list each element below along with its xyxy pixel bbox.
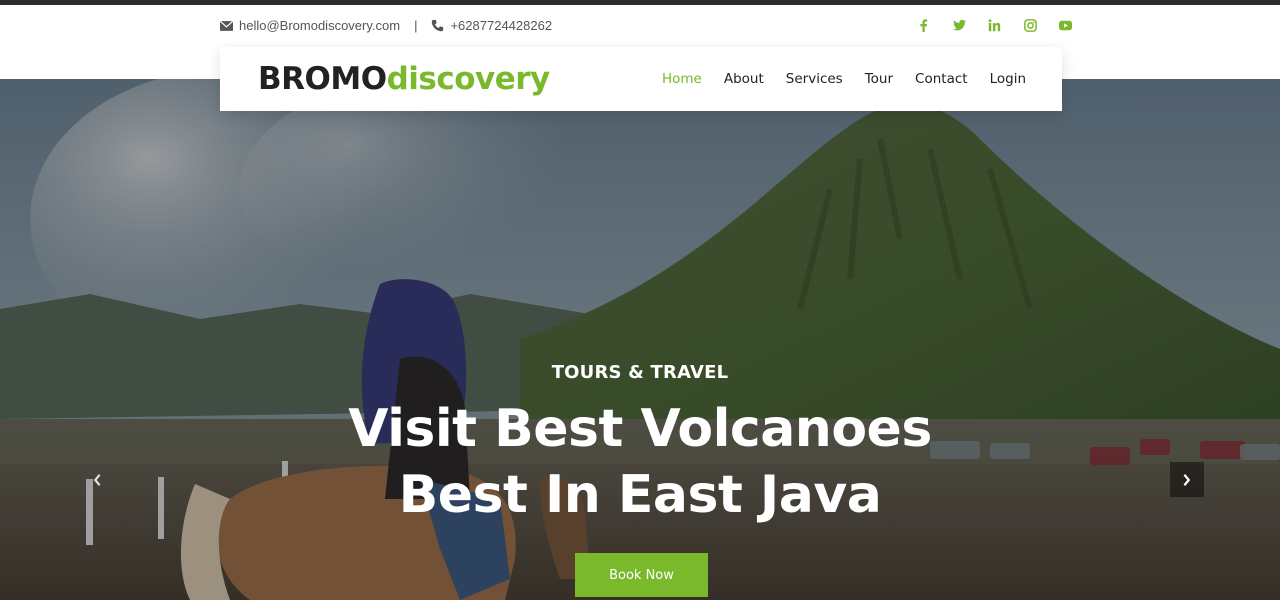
- contact-info: hello@Bromodiscovery.com | +628772442826…: [220, 18, 552, 33]
- email-link[interactable]: hello@Bromodiscovery.com: [239, 18, 400, 33]
- carousel-prev-button[interactable]: [80, 462, 114, 497]
- hero-title-line-2: Best In East Java: [398, 465, 882, 525]
- twitter-icon[interactable]: [942, 17, 978, 33]
- brand-logo[interactable]: BROMOdiscovery: [258, 61, 550, 97]
- envelope-icon: [220, 19, 233, 32]
- instagram-icon[interactable]: [1013, 17, 1049, 33]
- linkedin-icon[interactable]: [977, 17, 1013, 33]
- brand-part-1: BROMO: [258, 61, 387, 97]
- nav-item-tour[interactable]: Tour: [865, 71, 893, 87]
- hero-caption: TOURS & TRAVEL Visit Best Volcanoes Best…: [0, 79, 1280, 600]
- carousel-next-button[interactable]: [1170, 462, 1204, 497]
- nav-item-login[interactable]: Login: [990, 71, 1026, 87]
- contact-separator: |: [414, 18, 418, 33]
- brand-part-2: discovery: [386, 61, 551, 97]
- youtube-icon[interactable]: [1048, 17, 1084, 33]
- nav-item-contact[interactable]: Contact: [915, 71, 968, 87]
- hero-slider: TOURS & TRAVEL Visit Best Volcanoes Best…: [0, 79, 1280, 600]
- main-navbar: BROMOdiscovery Home About Services Tour …: [220, 47, 1062, 111]
- nav-menu: Home About Services Tour Contact Login: [640, 71, 1026, 87]
- hero-title-line-1: Visit Best Volcanoes: [348, 399, 932, 459]
- phone-link[interactable]: +6287724428262: [450, 18, 552, 33]
- nav-item-home[interactable]: Home: [662, 71, 702, 87]
- phone-icon: [431, 19, 444, 32]
- chevron-right-icon: [1183, 473, 1191, 486]
- chevron-left-icon: [93, 473, 101, 486]
- facebook-icon[interactable]: [906, 17, 942, 33]
- social-links: [906, 17, 1084, 33]
- book-now-button[interactable]: Book Now: [575, 553, 708, 597]
- hero-kicker: TOURS & TRAVEL: [551, 362, 729, 383]
- nav-item-about[interactable]: About: [724, 71, 764, 87]
- nav-item-services[interactable]: Services: [786, 71, 843, 87]
